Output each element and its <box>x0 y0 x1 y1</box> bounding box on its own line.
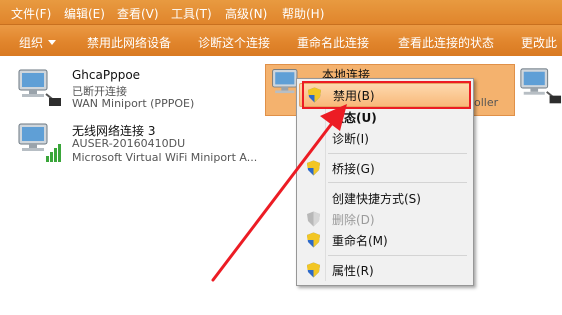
annotation-arrow <box>211 104 347 282</box>
